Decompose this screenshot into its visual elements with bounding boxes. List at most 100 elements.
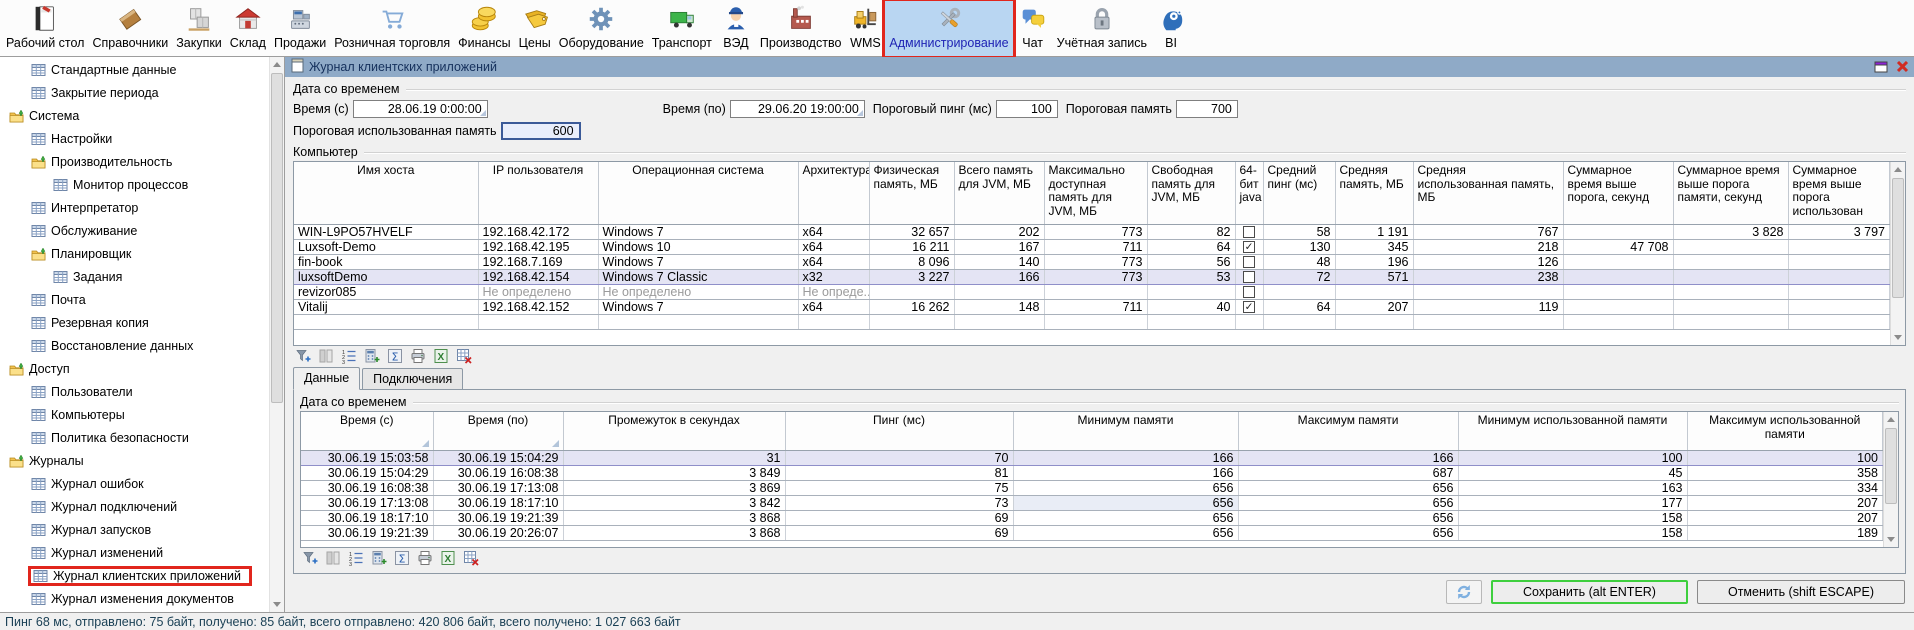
- column-header[interactable]: Минимум использованной памяти: [1458, 412, 1687, 450]
- toolbar-item-warehouse[interactable]: Склад: [226, 1, 270, 56]
- add-filter-button[interactable]: [301, 550, 319, 568]
- cell[interactable]: 656: [1238, 480, 1458, 495]
- sidebar-item[interactable]: Компьютеры: [0, 403, 269, 426]
- sidebar-item[interactable]: Журнал клиентских приложений: [0, 564, 269, 587]
- cell[interactable]: [1788, 269, 1890, 284]
- cell[interactable]: 73: [785, 495, 1013, 510]
- column-header[interactable]: Суммарное время выше порога, секунд: [1563, 162, 1673, 224]
- column-header[interactable]: Средняя использованная память, МБ: [1413, 162, 1563, 224]
- x64-java-checkbox[interactable]: [1243, 271, 1255, 283]
- cancel-button[interactable]: Отменить (shift ESCAPE): [1697, 580, 1905, 604]
- cell[interactable]: [1563, 284, 1673, 299]
- table-row[interactable]: 30.06.19 17:13:0830.06.19 18:17:103 8427…: [301, 495, 1883, 510]
- scroll-up-button[interactable]: [1891, 162, 1905, 177]
- cell[interactable]: 166: [954, 269, 1044, 284]
- cell[interactable]: 687: [1238, 465, 1458, 480]
- cell[interactable]: 711: [1044, 299, 1147, 314]
- sum-column-button[interactable]: Σ: [386, 348, 404, 366]
- cell[interactable]: [1563, 224, 1673, 239]
- cell[interactable]: 177: [1458, 495, 1687, 510]
- table-row[interactable]: Vitalij192.168.42.152Windows 7x6416 2621…: [294, 299, 1890, 314]
- cell[interactable]: 30.06.19 20:26:07: [433, 525, 563, 540]
- cell[interactable]: 40: [1147, 299, 1235, 314]
- column-header[interactable]: Максимум использованной памяти: [1687, 412, 1883, 450]
- table-row[interactable]: 30.06.19 15:03:5830.06.19 15:04:29317016…: [301, 450, 1883, 465]
- cell[interactable]: 192.168.42.154: [478, 269, 598, 284]
- column-header[interactable]: Средняя память, МБ: [1335, 162, 1413, 224]
- cell[interactable]: 192.168.42.195: [478, 239, 598, 254]
- column-header[interactable]: Максимально доступная память для JVM, МБ: [1044, 162, 1147, 224]
- cell[interactable]: 571: [1335, 269, 1413, 284]
- cell[interactable]: [1788, 284, 1890, 299]
- cell[interactable]: 31: [563, 450, 785, 465]
- sum-column-button[interactable]: Σ: [393, 550, 411, 568]
- cell[interactable]: 656: [1013, 480, 1238, 495]
- cell[interactable]: 3 227: [869, 269, 954, 284]
- refresh-button[interactable]: [1446, 580, 1482, 604]
- toolbar-item-retail[interactable]: Розничная торговля: [330, 1, 454, 56]
- cell[interactable]: 70: [785, 450, 1013, 465]
- cell[interactable]: 207: [1335, 299, 1413, 314]
- table-row[interactable]: Luxsoft-Demo192.168.42.195Windows 10x641…: [294, 239, 1890, 254]
- computers-grid-scrollbar[interactable]: [1890, 162, 1905, 345]
- cell[interactable]: 30.06.19 15:03:58: [301, 450, 433, 465]
- sidebar-item[interactable]: Почта: [0, 288, 269, 311]
- sidebar-item[interactable]: Журнал изменения документов: [0, 587, 269, 610]
- cell[interactable]: 100: [1458, 450, 1687, 465]
- toolbar-item-production[interactable]: Производство: [756, 1, 846, 56]
- cell[interactable]: 773: [1044, 224, 1147, 239]
- cell[interactable]: [1563, 254, 1673, 269]
- cell[interactable]: fin-book: [294, 254, 478, 269]
- cell[interactable]: 47 708: [1563, 239, 1673, 254]
- x64-java-checkbox[interactable]: ✓: [1243, 301, 1255, 313]
- cell[interactable]: 148: [954, 299, 1044, 314]
- cell[interactable]: [1563, 299, 1673, 314]
- cell[interactable]: 3 828: [1673, 224, 1788, 239]
- table-row[interactable]: 30.06.19 15:04:2930.06.19 16:08:383 8498…: [301, 465, 1883, 480]
- cell[interactable]: x32: [798, 269, 869, 284]
- cell[interactable]: 58: [1263, 224, 1335, 239]
- cell[interactable]: 100: [1687, 450, 1883, 465]
- reset-table-settings-button[interactable]: [455, 348, 473, 366]
- cell[interactable]: 30.06.19 15:04:29: [433, 450, 563, 465]
- count-quantity-button[interactable]: 123: [347, 550, 365, 568]
- cell[interactable]: 3 868: [563, 510, 785, 525]
- sidebar-item[interactable]: Планировщик: [0, 242, 269, 265]
- cell[interactable]: [1235, 284, 1263, 299]
- column-header[interactable]: Пинг (мс): [785, 412, 1013, 450]
- column-header[interactable]: Имя хоста: [294, 162, 478, 224]
- cell[interactable]: 773: [1044, 254, 1147, 269]
- cell[interactable]: 166: [1013, 450, 1238, 465]
- x64-java-checkbox[interactable]: [1243, 286, 1255, 298]
- x64-java-checkbox[interactable]: [1243, 256, 1255, 268]
- cell[interactable]: [1673, 239, 1788, 254]
- cell[interactable]: 3 797: [1788, 224, 1890, 239]
- tab-connections[interactable]: Подключения: [362, 368, 463, 390]
- cell[interactable]: 192.168.42.172: [478, 224, 598, 239]
- toolbar-item-administration[interactable]: Администрирование: [885, 1, 1012, 56]
- sidebar-item[interactable]: Интерпретатор: [0, 196, 269, 219]
- cell[interactable]: 656: [1013, 525, 1238, 540]
- toolbar-item-references[interactable]: Справочники: [88, 1, 172, 56]
- cell[interactable]: [1335, 284, 1413, 299]
- cell[interactable]: [954, 284, 1044, 299]
- window-close-button[interactable]: [1896, 61, 1909, 73]
- cell[interactable]: 140: [954, 254, 1044, 269]
- cell[interactable]: Windows 10: [598, 239, 798, 254]
- scroll-down-button[interactable]: [270, 597, 284, 612]
- toolbar-item-equipment[interactable]: Оборудование: [555, 1, 648, 56]
- column-header[interactable]: Суммарное время выше порога памяти, секу…: [1673, 162, 1788, 224]
- toolbar-item-transport[interactable]: Транспорт: [648, 1, 716, 56]
- scrollbar-thumb[interactable]: [1885, 428, 1897, 504]
- toolbar-item-chat[interactable]: Чат: [1013, 1, 1053, 56]
- cell[interactable]: 72: [1263, 269, 1335, 284]
- cell[interactable]: 192.168.42.152: [478, 299, 598, 314]
- cell[interactable]: 30.06.19 19:21:39: [301, 525, 433, 540]
- window-restore-button[interactable]: [1874, 61, 1888, 73]
- cell[interactable]: 192.168.7.169: [478, 254, 598, 269]
- cell[interactable]: luxsoftDemo: [294, 269, 478, 284]
- column-header[interactable]: Максимум памяти: [1238, 412, 1458, 450]
- sidebar-item[interactable]: Обслуживание: [0, 219, 269, 242]
- cell[interactable]: 53: [1147, 269, 1235, 284]
- cell[interactable]: 345: [1335, 239, 1413, 254]
